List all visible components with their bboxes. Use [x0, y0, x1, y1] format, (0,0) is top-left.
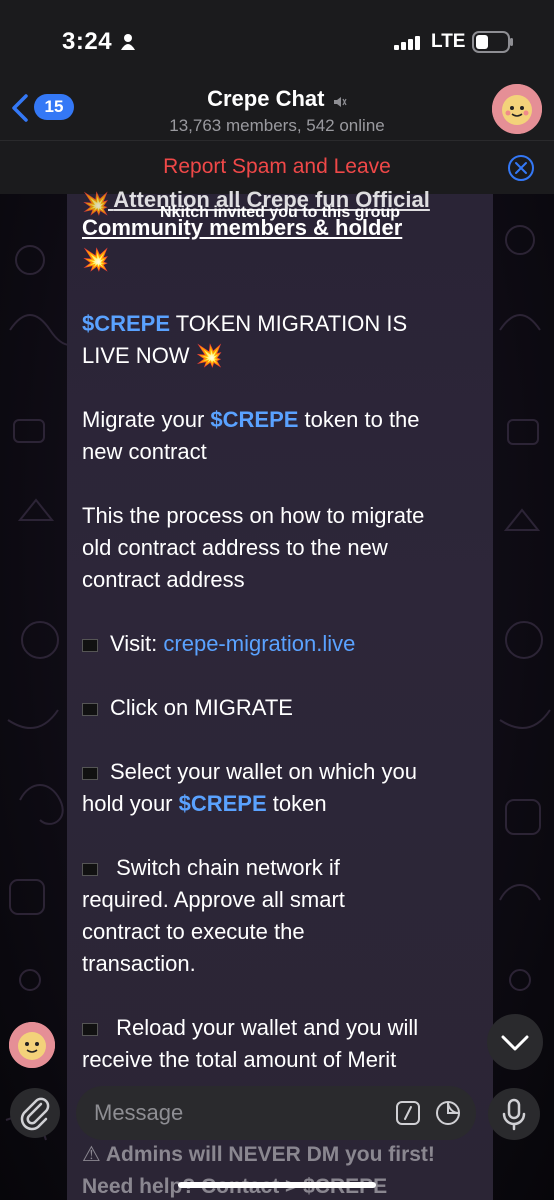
- battery-icon: [472, 31, 513, 53]
- message-text: contract address: [82, 567, 245, 592]
- crepe-hashtag[interactable]: $CREPE: [210, 407, 298, 432]
- crepe-hashtag[interactable]: $CREPE: [82, 311, 170, 336]
- message-text: transaction.: [82, 951, 196, 976]
- crepe-mascot-icon: [492, 84, 542, 134]
- collision-emoji-icon: 💥: [82, 247, 110, 272]
- black-square-icon: [82, 702, 98, 716]
- crepe-hashtag[interactable]: $CREPE: [179, 791, 267, 816]
- sticker-icon[interactable]: [434, 1099, 462, 1127]
- chevron-down-icon: [501, 1035, 529, 1051]
- status-time: 3:24: [62, 28, 113, 55]
- message-text: contract to execute the: [82, 919, 305, 944]
- message-step: Switch chain network if: [82, 852, 340, 884]
- message-text: new contract: [82, 439, 207, 464]
- black-square-icon: [82, 862, 98, 876]
- message-step: Visit: crepe-migration.live: [82, 628, 355, 660]
- pinned-notice-line: ⚠ Admins will NEVER DM you first!: [82, 1143, 435, 1166]
- message-step: Click on MIGRATE: [82, 692, 293, 724]
- message-text: receive the total amount of Merit: [82, 1047, 397, 1072]
- back-button[interactable]: 15: [10, 90, 74, 126]
- migration-link[interactable]: crepe-migration.live: [163, 631, 355, 656]
- collision-emoji-icon: 💥: [82, 191, 110, 217]
- close-icon[interactable]: [506, 153, 536, 183]
- message-text: required. Approve all smart: [82, 887, 345, 912]
- chat-title: Crepe Chat: [207, 86, 325, 111]
- network-type: LTE: [431, 31, 466, 52]
- microphone-icon: [502, 1098, 526, 1131]
- message-step: Select your wallet on which you: [82, 756, 417, 788]
- message-input-box[interactable]: [76, 1086, 476, 1140]
- chevron-left-icon: [12, 94, 28, 122]
- chat-member-count: 13,763 members, 542 online: [169, 116, 385, 135]
- collision-emoji-icon: 💥: [195, 343, 224, 368]
- warning-icon: ⚠: [82, 1143, 101, 1166]
- status-bar: 3:24 LTE: [0, 0, 554, 84]
- message-heading-line: Community members & holder: [82, 215, 403, 240]
- black-square-icon: [82, 766, 98, 780]
- message-step: Reload your wallet and you will: [82, 1012, 418, 1044]
- message-text: This the process on how to migrate: [82, 503, 425, 528]
- message-text: LIVE NOW 💥: [82, 343, 224, 368]
- message-text: old contract address to the new: [82, 535, 388, 560]
- cellular-signal-icon: [394, 36, 420, 50]
- group-avatar[interactable]: [492, 84, 542, 134]
- bot-commands-icon[interactable]: [394, 1099, 422, 1127]
- black-square-icon: [82, 1022, 98, 1036]
- person-icon: [121, 34, 135, 50]
- message-text: $CREPE TOKEN MIGRATION IS: [82, 311, 408, 336]
- chat-header: 15 Crepe Chat 13,763 members, 542 online: [0, 84, 554, 140]
- message-text: hold your $CREPE token: [82, 791, 327, 816]
- chat-title-area[interactable]: Crepe Chat 13,763 members, 542 online: [130, 86, 424, 136]
- microphone-button[interactable]: [488, 1088, 540, 1140]
- scroll-to-bottom-button[interactable]: [487, 1014, 543, 1070]
- report-spam-button[interactable]: Report Spam and Leave: [0, 155, 554, 179]
- unread-count-badge: 15: [34, 94, 74, 120]
- black-square-icon: [82, 638, 98, 652]
- message-input[interactable]: [94, 1098, 384, 1128]
- muted-speaker-icon: [333, 96, 347, 107]
- attach-button[interactable]: [10, 1088, 60, 1138]
- crepe-mascot-icon: [9, 1022, 55, 1068]
- message-text: Migrate your $CREPE token to the: [82, 407, 420, 432]
- sender-avatar[interactable]: [9, 1022, 55, 1068]
- home-indicator[interactable]: [178, 1182, 376, 1188]
- paperclip-icon: [20, 1097, 50, 1131]
